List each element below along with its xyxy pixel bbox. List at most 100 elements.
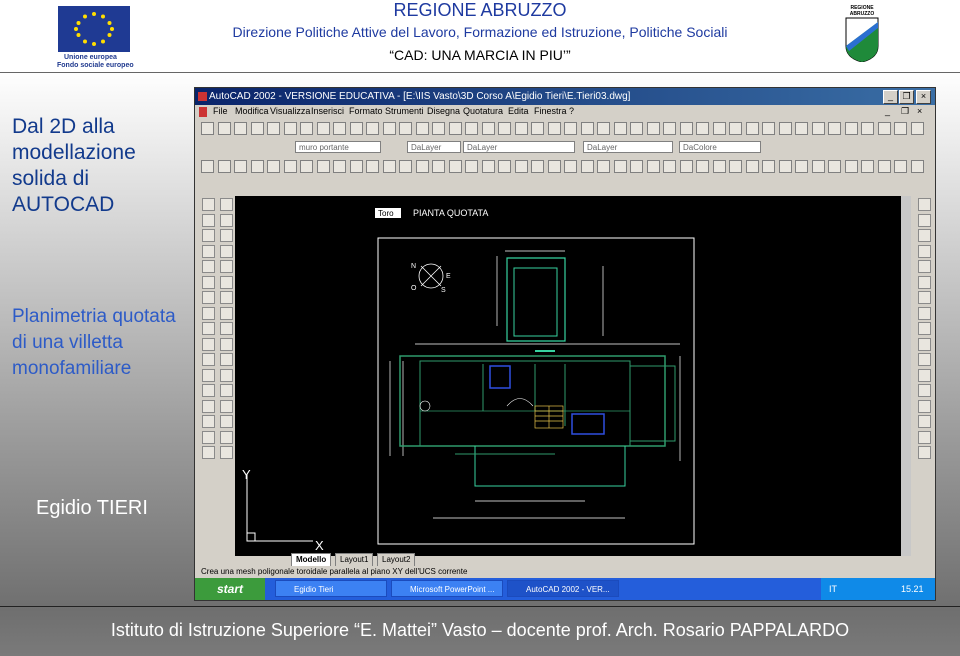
toolbar-button-icon[interactable] <box>762 122 775 135</box>
toolbar-button-icon[interactable] <box>202 229 215 242</box>
toolbar-button-icon[interactable] <box>465 122 478 135</box>
toolbar-button-icon[interactable] <box>234 122 247 135</box>
toolbar-button-icon[interactable] <box>300 122 313 135</box>
layer-combo[interactable]: muro portante <box>295 141 381 153</box>
toolbar-button-icon[interactable] <box>613 160 627 173</box>
minimize-icon[interactable]: _ <box>883 90 898 104</box>
toolbar-button-icon[interactable] <box>202 384 215 397</box>
toolbar-button-icon[interactable] <box>696 122 709 135</box>
toolbar-button-icon[interactable] <box>729 160 742 173</box>
toolbar-button-icon[interactable] <box>745 160 759 173</box>
toolbar-button-icon[interactable] <box>811 122 825 135</box>
toolbar-button-icon[interactable] <box>220 415 233 428</box>
menu-quotatura[interactable]: Quotatura <box>463 106 503 116</box>
language-indicator[interactable]: IT <box>829 578 837 600</box>
toolbar-button-icon[interactable] <box>918 229 931 242</box>
toolbar-button-icon[interactable] <box>220 229 233 242</box>
toolbar-button-icon[interactable] <box>283 160 297 173</box>
toolbar-button-icon[interactable] <box>202 415 215 428</box>
toolbar-button-icon[interactable] <box>465 160 478 173</box>
menu-disegna[interactable]: Disegna <box>427 106 460 116</box>
layer-combo-2[interactable]: DaLayer <box>407 141 461 153</box>
toolbar-button-icon[interactable] <box>877 160 891 173</box>
toolbar-button-icon[interactable] <box>481 122 495 135</box>
toolbar-button-icon[interactable] <box>250 160 264 173</box>
taskbar-button-autocad[interactable]: AutoCAD 2002 - VER... <box>507 580 619 597</box>
toolbar-button-icon[interactable] <box>202 198 215 211</box>
start-button[interactable]: start <box>195 578 265 600</box>
toolbar-button-icon[interactable] <box>283 122 297 135</box>
toolbar-button-icon[interactable] <box>220 275 233 289</box>
doc-close-icon[interactable]: × <box>917 106 922 116</box>
toolbar-button-icon[interactable] <box>202 368 215 382</box>
doc-minimize-icon[interactable]: _ <box>885 106 890 116</box>
toolbar-button-icon[interactable] <box>547 122 561 135</box>
menu-formato[interactable]: Formato <box>349 106 383 116</box>
toolbar-button-icon[interactable] <box>828 122 841 135</box>
toolbar-button-icon[interactable] <box>448 160 462 173</box>
vertical-scrollbar[interactable] <box>901 196 911 556</box>
clock[interactable]: 15.21 <box>901 578 924 600</box>
toolbar-button-icon[interactable] <box>202 337 215 351</box>
toolbar-button-icon[interactable] <box>220 430 233 444</box>
toolbar-button-icon[interactable] <box>918 260 931 273</box>
toolbar-button-icon[interactable] <box>220 213 233 227</box>
toolbar-button-icon[interactable] <box>220 446 233 459</box>
toolbar-button-icon[interactable] <box>613 122 627 135</box>
toolbar-button-icon[interactable] <box>267 122 280 135</box>
toolbar-button-icon[interactable] <box>663 122 676 135</box>
toolbar-button-icon[interactable] <box>844 122 858 135</box>
toolbar-button-icon[interactable] <box>564 160 577 173</box>
toolbar-button-icon[interactable] <box>877 122 891 135</box>
menu-edita[interactable]: Edita <box>508 106 529 116</box>
toolbar-button-icon[interactable] <box>202 353 215 366</box>
toolbar-button-icon[interactable] <box>300 160 313 173</box>
toolbar-button-icon[interactable] <box>918 275 931 289</box>
toolbar-button-icon[interactable] <box>448 122 462 135</box>
toolbar-button-icon[interactable] <box>333 160 346 173</box>
toolbar-button-icon[interactable] <box>202 260 215 273</box>
toolbar-button-icon[interactable] <box>217 160 231 173</box>
toolbar-button-icon[interactable] <box>234 160 247 173</box>
toolbar-button-icon[interactable] <box>778 160 792 173</box>
tab-layout2[interactable]: Layout2 <box>377 553 416 567</box>
toolbar-button-icon[interactable] <box>918 368 931 382</box>
toolbar-button-icon[interactable] <box>811 160 825 173</box>
toolbar-button-icon[interactable] <box>630 160 643 173</box>
toolbar-button-icon[interactable] <box>679 160 693 173</box>
toolbar-button-icon[interactable] <box>894 160 907 173</box>
toolbar-button-icon[interactable] <box>220 306 233 320</box>
toolbar-button-icon[interactable] <box>762 160 775 173</box>
toolbar-button-icon[interactable] <box>202 430 215 444</box>
toolbar-button-icon[interactable] <box>220 399 233 413</box>
lineweight-combo[interactable]: DaLayer <box>583 141 673 153</box>
toolbar-button-icon[interactable] <box>220 260 233 273</box>
toolbar-button-icon[interactable] <box>712 122 726 135</box>
menu-finestra[interactable]: Finestra <box>534 106 567 116</box>
toolbar-button-icon[interactable] <box>745 122 759 135</box>
menu-inserisci[interactable]: Inserisci <box>311 106 344 116</box>
toolbar-button-icon[interactable] <box>778 122 792 135</box>
toolbar-button-icon[interactable] <box>918 446 931 459</box>
toolbar-button-icon[interactable] <box>918 291 931 304</box>
toolbar-button-icon[interactable] <box>795 160 808 173</box>
taskbar-button-powerpoint[interactable]: Microsoft PowerPoint ... <box>391 580 503 597</box>
toolbar-button-icon[interactable] <box>349 160 363 173</box>
toolbar-button-icon[interactable] <box>861 160 874 173</box>
toolbar-button-icon[interactable] <box>217 122 231 135</box>
toolbar-button-icon[interactable] <box>220 322 233 335</box>
toolbar-button-icon[interactable] <box>531 122 544 135</box>
toolbar-button-icon[interactable] <box>250 122 264 135</box>
toolbar-button-icon[interactable] <box>202 275 215 289</box>
linetype-combo[interactable]: DaLayer <box>463 141 575 153</box>
toolbar-button-icon[interactable] <box>894 122 907 135</box>
toolbar-button-icon[interactable] <box>366 160 379 173</box>
toolbar-button-icon[interactable] <box>220 368 233 382</box>
doc-restore-icon[interactable]: ❐ <box>901 106 909 117</box>
toolbar-button-icon[interactable] <box>382 122 396 135</box>
toolbar-button-icon[interactable] <box>202 213 215 227</box>
toolbar-button-icon[interactable] <box>202 306 215 320</box>
toolbar-button-icon[interactable] <box>663 160 676 173</box>
toolbar-button-icon[interactable] <box>202 322 215 335</box>
toolbar-button-icon[interactable] <box>564 122 577 135</box>
